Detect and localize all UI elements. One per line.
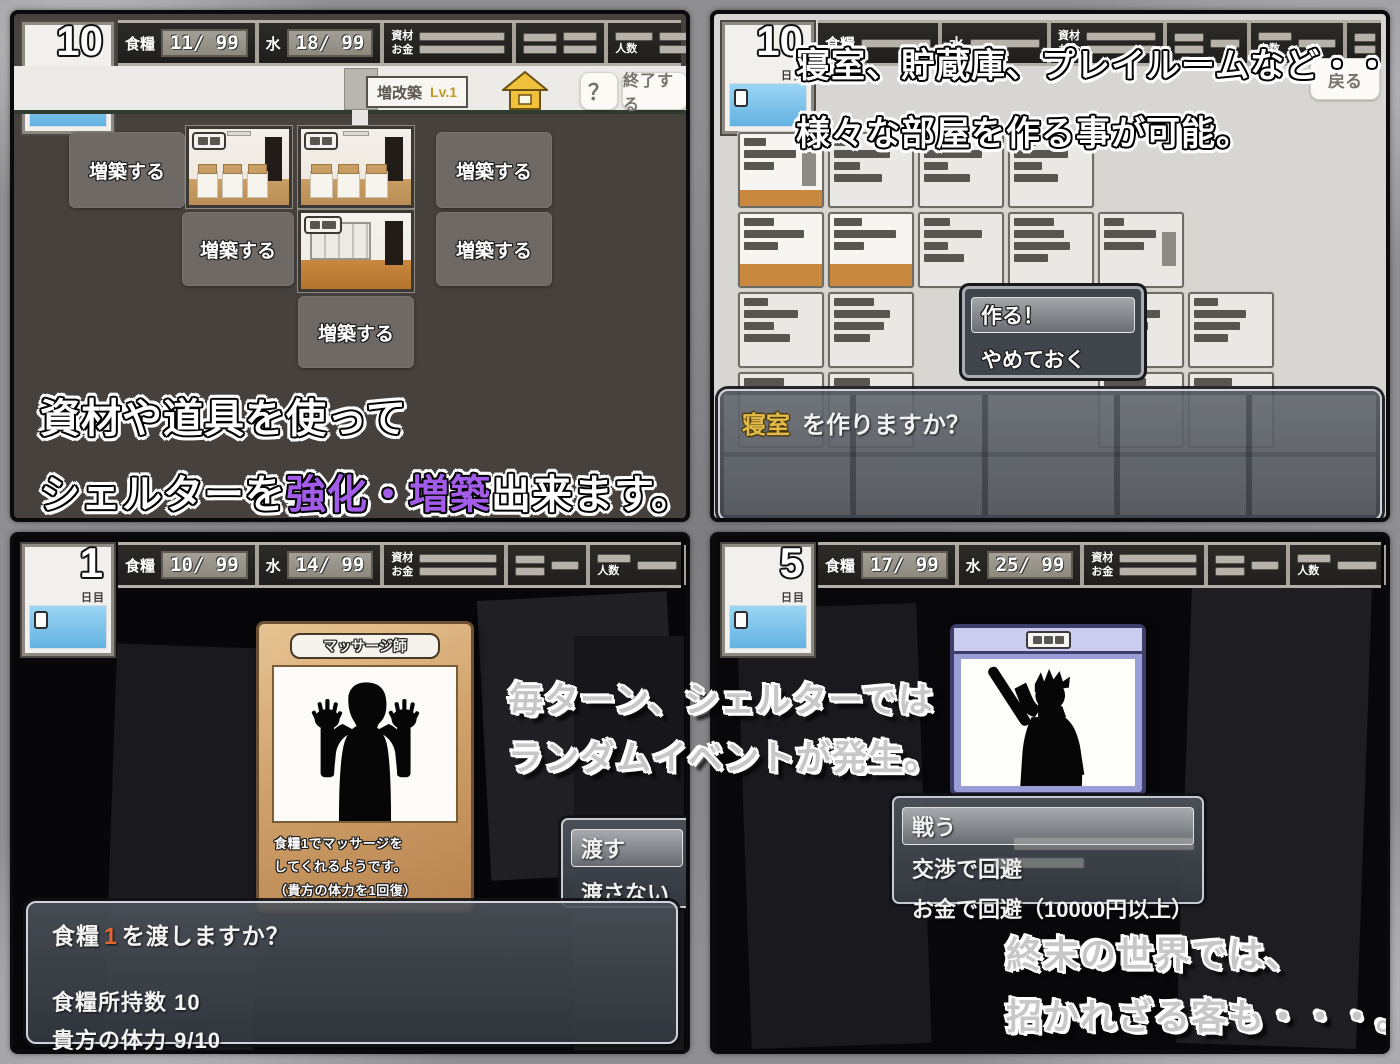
caption-unwanted-guests: 招かれざる客も・・・。 [1006, 988, 1390, 1040]
build-question: 寝室 を作りますか？ [742, 405, 970, 440]
caption-materials: 資材や道具を使って [40, 386, 407, 444]
home-upgrade-icon[interactable] [502, 70, 548, 112]
day-counter: 5 日目 [722, 544, 814, 656]
water-label: 水 [266, 33, 281, 54]
help-button[interactable]: ？ [580, 72, 618, 110]
stats-cell [512, 23, 604, 63]
room-name: 寝室 [742, 405, 790, 440]
water-cell: 水 18/ 99 [255, 23, 381, 63]
room-option-card[interactable] [918, 212, 1004, 288]
give-count: 1 [100, 923, 122, 949]
day-number: 10 [56, 17, 103, 65]
card-title-garbled [1026, 631, 1071, 649]
caption-room-possible: 様々な部屋を作る事が可能。 [796, 106, 1251, 155]
day-counter: 1 日目 [22, 544, 114, 656]
dialog-option-build[interactable]: 作る！ [975, 298, 1131, 332]
room-label-garbled [304, 216, 342, 234]
mode-indicator: 増改築 Lv.1 [366, 76, 468, 108]
material-label: 資材 [391, 31, 413, 42]
room-card-bedroom[interactable] [298, 126, 414, 208]
choice-give[interactable]: 渡す [575, 830, 679, 866]
water-value: 18/ 99 [287, 29, 374, 57]
food-stock-line: 食糧所持数 10 [52, 985, 652, 1017]
card-title: マッサージ師 [290, 633, 440, 659]
room-option-card[interactable] [738, 212, 824, 288]
people-cell: 人数 [604, 23, 690, 63]
panel-event-massage: 食糧10/ 99 水14/ 99 資材お金 人数 1 日目 マッサージ師 [10, 532, 690, 1054]
give-question: 食糧1を渡しますか？ [52, 917, 652, 951]
room-option-card[interactable] [1098, 212, 1184, 288]
food-value: 11/ 99 [161, 29, 248, 57]
card-photo [272, 665, 458, 823]
end-button[interactable]: 終了する [622, 72, 688, 110]
room-label-garbled [304, 132, 338, 150]
build-confirm-dialog: 作る！ やめておく [962, 286, 1144, 378]
status-bar: 食糧17/ 99 水25/ 99 資材お金 人数 [818, 542, 1381, 588]
expand-button[interactable]: 増築する [69, 132, 185, 208]
food-cell: 食糧 11/ 99 [118, 23, 255, 63]
choice-pay-money[interactable]: お金で回避（10000円以上） [906, 890, 1190, 926]
message-window: 食糧1を渡しますか？ 食糧所持数 10 貴方の体力 9/10 [26, 901, 678, 1044]
water-value: 25/ 99 [987, 551, 1074, 579]
dialog-option-cancel[interactable]: やめておく [975, 342, 1131, 376]
silhouette-bandit [964, 659, 1132, 786]
money-label: お金 [391, 45, 413, 56]
panel-room-select: 食糧 水 資材お金 人数 10 日目 戻る [710, 10, 1390, 522]
promo-collage: 食糧 11/ 99 水 18/ 99 資材 お金 [0, 0, 1400, 1064]
choice-window: 渡す 渡さない [561, 818, 690, 908]
food-value: 17/ 99 [861, 551, 948, 579]
expand-button[interactable]: 増築する [298, 296, 414, 368]
caption-upgrade: シェルターを強化・増築出来ます。 [40, 462, 690, 520]
event-card-massage: マッサージ師 [256, 621, 474, 913]
garbled-overlay [1014, 838, 1194, 850]
panel-event-bandit: 食糧17/ 99 水25/ 99 資材お金 人数 5 日目 [710, 532, 1390, 1054]
caption-room-types: 寝室、貯蔵庫、プレイルームなど・・・ [796, 38, 1390, 87]
mode-level: Lv.1 [430, 84, 457, 100]
water-value: 14/ 99 [287, 551, 374, 579]
room-option-card[interactable] [828, 292, 914, 368]
food-label: 食糧 [125, 33, 155, 54]
choice-window: 戦う 交渉で回避 お金で回避（10000円以上） [892, 796, 1204, 904]
caption-accent: 強化・増築 [286, 473, 491, 517]
expand-button[interactable]: 増築する [436, 132, 552, 208]
room-label-garbled [192, 132, 226, 150]
caption-apocalypse: 終末の世界では、 [1006, 926, 1302, 978]
expand-button[interactable]: 増築する [182, 212, 294, 286]
mode-label: 増改築 [377, 82, 422, 103]
room-option-card[interactable] [828, 212, 914, 288]
room-option-card[interactable] [1008, 212, 1094, 288]
status-bar: 食糧 11/ 99 水 18/ 99 資材 お金 [118, 20, 681, 66]
room-card-storage[interactable] [298, 210, 414, 292]
panel-shelter-build: 食糧 11/ 99 水 18/ 99 資材 お金 [10, 10, 690, 522]
card-description: 食糧1でマッサージを してくれるようです。 （貴方の体力を1回復） [274, 832, 456, 902]
garbled-overlay [994, 858, 1084, 868]
room-card-bedroom[interactable] [186, 126, 292, 208]
event-card-bandit [950, 624, 1146, 796]
silhouette-person-hands-up [276, 673, 454, 821]
card-photo [961, 659, 1135, 786]
expand-button[interactable]: 増築する [436, 212, 552, 286]
room-option-card[interactable] [1188, 292, 1274, 368]
hp-line: 貴方の体力 9/10 [52, 1023, 652, 1054]
room-option-card[interactable] [738, 292, 824, 368]
status-bar: 食糧10/ 99 水14/ 99 資材お金 人数 [118, 542, 681, 588]
garbled-values [419, 32, 505, 54]
choice-negotiate[interactable]: 交渉で回避 [906, 850, 1190, 886]
people-label: 人数 [615, 44, 653, 55]
food-value: 10/ 99 [161, 551, 248, 579]
card-title-bar [954, 628, 1142, 654]
message-window: 寝室 を作りますか？ [718, 389, 1382, 521]
background-rubble [1176, 583, 1372, 1049]
material-money-cell: 資材 お金 [380, 23, 512, 63]
